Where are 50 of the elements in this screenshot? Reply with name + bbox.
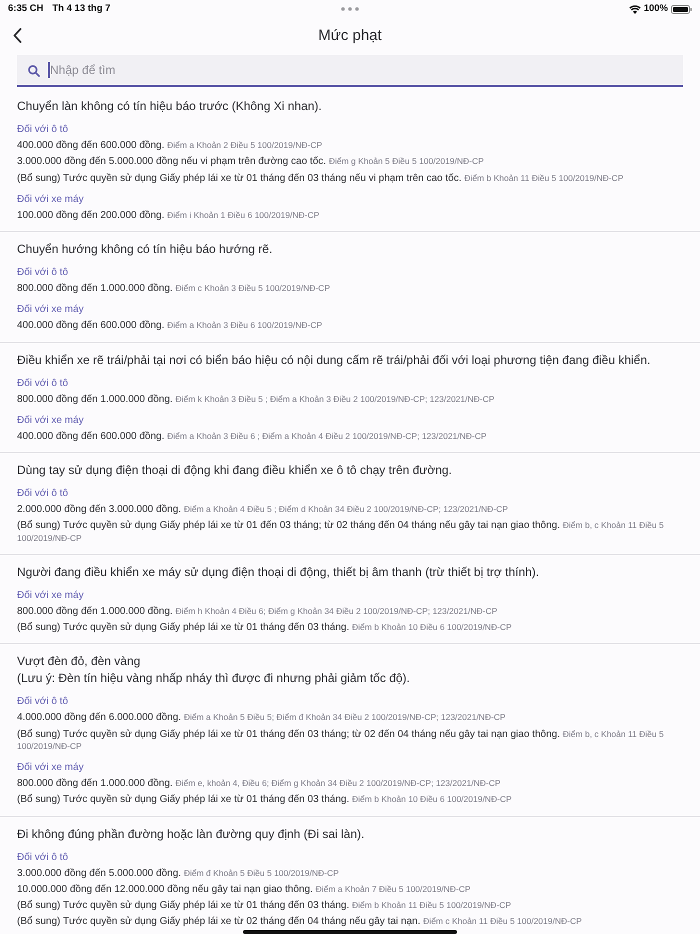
vehicle-heading: Đối với ô tô	[17, 487, 70, 501]
text-cursor-icon	[48, 62, 50, 78]
search-icon	[28, 65, 40, 77]
violation-title: Điều khiển xe rẽ trái/phải tại nơi có biển báo hiệu có nội dung cấm rẽ trái/phải đối với loại phương tiện đang điều khiển.	[17, 352, 652, 368]
vehicle-heading: Đối với xe máy	[17, 761, 85, 775]
violation-title: Người đang điều khiển xe máy sử dụng điện thoại di động, thiết bị âm thanh (trừ thiết bị trợ thính).	[17, 564, 540, 581]
chevron-left-icon	[13, 28, 22, 43]
penalty-line: 4.000.000 đồng đến 6.000.000 đồng. Điểm a Khoản 5 Điều 5; Điểm đ Khoản 34 Điều 2 100/2019/NĐ-CP; 123/2021/NĐ-CP	[17, 711, 507, 726]
battery-percent: 100%	[644, 2, 668, 16]
dots-icon	[341, 7, 359, 11]
wifi-icon	[628, 4, 641, 14]
penalty-line: (Bổ sung) Tước quyền sử dụng Giấy phép lái xe từ 01 tháng đến 03 tháng. Điểm b Khoản 11 Điều 5 100/2019/NĐ-CP	[17, 898, 512, 913]
penalty-line: (Bổ sung) Tước quyền sử dụng Giấy phép lái xe từ 01 tháng đến 03 tháng. Điểm b Khoản 10 Điều 6 100/2019/NĐ-CP	[17, 620, 513, 635]
penalty-line: 10.000.000 đồng đến 12.000.000 đồng nếu gây tai nạn giao thông. Điểm a Khoản 7 Điều 5 100/2019/NĐ-CP	[17, 882, 472, 897]
vehicle-heading: Đối với ô tô	[17, 123, 70, 137]
penalty-line: 100.000 đồng đến 200.000 đồng. Điểm i Khoản 1 Điều 6 100/2019/NĐ-CP	[17, 208, 320, 223]
vehicle-heading: Đối với ô tô	[17, 266, 70, 280]
vehicle-heading: Đối với xe máy	[17, 414, 85, 428]
battery-icon	[671, 4, 692, 14]
violation-title: Dùng tay sử dụng điện thoại di động khi đang điều khiển xe ô tô chạy trên đường.	[17, 462, 453, 479]
status-time: 6:35 CH	[8, 2, 44, 16]
status-date: Th 4 13 thg 7	[52, 2, 110, 16]
penalty-line: 800.000 đồng đến 1.000.000 đồng. Điểm h Khoản 4 Điều 6; Điểm g Khoản 34 Điều 2 100/2019/NĐ-CP; 123/2021/NĐ-CP	[17, 604, 498, 619]
penalty-line: (Bổ sung) Tước quyền sử dụng Giấy phép lái xe từ 01 tháng đến 03 tháng; từ 02 đến 04 tháng nếu gây tai nạn giao thông. Điểm b, c Khoản 11 Điều 5 100/2019/NĐ-CP	[17, 728, 665, 753]
penalty-line: 400.000 đồng đến 600.000 đồng. Điểm a Khoản 3 Điều 6 100/2019/NĐ-CP	[17, 319, 324, 334]
violation-title: Vượt đèn đỏ, đèn vàng (Lưu ý: Đèn tín hiệu vàng nhấp nháy thì được đi nhưng phải giảm tốc độ).	[17, 653, 411, 688]
penalty-line: 800.000 đồng đến 1.000.000 đồng. Điểm c Khoản 3 Điều 5 100/2019/NĐ-CP	[17, 282, 331, 296]
violation-title: Đi không đúng phần đường hoặc làn đường quy định (Đi sai làn).	[17, 826, 366, 842]
vehicle-heading: Đối với ô tô	[17, 695, 70, 710]
penalty-line: 800.000 đồng đến 1.000.000 đồng. Điểm e, khoản 4, Điều 6; Điểm g Khoản 34 Điều 2 100/2019/NĐ-CP; 123/2021/NĐ-CP	[17, 777, 502, 791]
penalty-line: 400.000 đồng đến 600.000 đồng. Điểm a Khoản 3 Điều 6 ; Điểm a Khoản 4 Điều 2 100/2019/NĐ-CP; 123/2021/NĐ-CP	[17, 430, 488, 444]
penalty-line: (Bổ sung) Tước quyền sử dụng Giấy phép lái xe từ 01 đến 03 tháng; từ 02 tháng đến 04 tháng nếu gây tai nạn giao thông. Điểm b, c Khoản 11 Điều 5 100/2019/NĐ-CP	[17, 518, 665, 544]
penalty-line: 400.000 đồng đến 600.000 đồng. Điểm a Khoản 2 Điều 5 100/2019/NĐ-CP	[17, 139, 324, 153]
penalty-line: 3.000.000 đồng đến 5.000.000 đồng nếu vi phạm trên đường cao tốc. Điểm g Khoản 5 Điều 5 100/2019/NĐ-CP	[17, 155, 485, 170]
vehicle-heading: Đối với xe máy	[17, 588, 85, 603]
penalty-line: 2.000.000 đồng đến 3.000.000 đồng. Điểm a Khoản 4 Điều 5 ; Điểm d Khoản 34 Điều 2 100/2019/NĐ-CP; 123/2021/NĐ-CP	[17, 503, 509, 517]
penalty-line: (Bổ sung) Tước quyền sử dụng Giấy phép lái xe từ 01 tháng đến 03 tháng. Điểm b Khoản 10 Điều 6 100/2019/NĐ-CP	[17, 792, 513, 808]
vehicle-heading: Đối với xe máy	[17, 192, 85, 207]
violation-title: Chuyển hướng không có tín hiệu báo hướng rẽ.	[17, 241, 274, 258]
penalty-line: (Bổ sung) Tước quyền sử dụng Giấy phép lái xe từ 01 tháng đến 03 tháng nếu vi phạm trên cao tốc. Điểm b Khoản 11 Điều 5 100/2019/NĐ-CP	[17, 172, 624, 186]
vehicle-heading: Đối với xe máy	[17, 303, 85, 318]
penalty-line: 3.000.000 đồng đến 5.000.000 đồng. Điểm đ Khoản 5 Điều 5 100/2019/NĐ-CP	[17, 866, 340, 880]
back-button[interactable]	[11, 26, 24, 45]
page-title: Mức phạt	[318, 26, 382, 46]
vehicle-heading: Đối với ô tô	[17, 376, 70, 390]
search-field[interactable]: Nhập để tìm	[17, 55, 683, 87]
violation-title: Chuyển làn không có tín hiệu báo trước (Không Xi nhan).	[17, 98, 323, 115]
penalty-line: (Bổ sung) Tước quyền sử dụng Giấy phép lái xe từ 02 tháng đến 04 tháng nếu gây tai nạn. Điểm c Khoản 11 Điều 5 100/2019/NĐ-CP	[17, 914, 583, 930]
vehicle-heading: Đối với ô tô	[17, 850, 70, 864]
penalty-line: 800.000 đồng đến 1.000.000 đồng. Điểm k Khoản 3 Điều 5 ; Điểm a Khoản 3 Điều 2 100/2019/NĐ-CP; 123/2021/NĐ-CP	[17, 392, 496, 406]
